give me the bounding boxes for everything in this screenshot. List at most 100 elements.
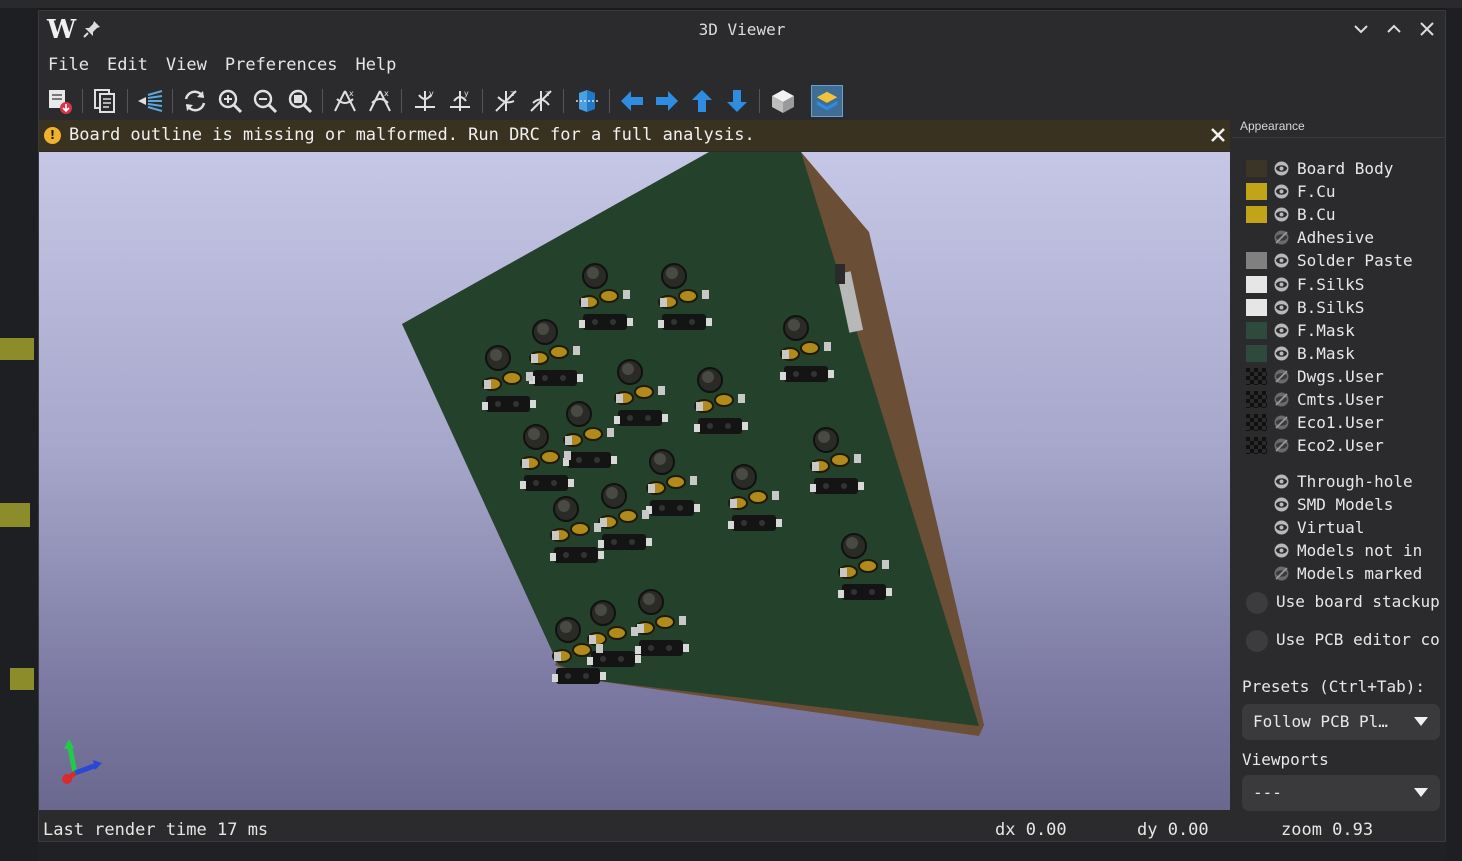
eye-icon[interactable] xyxy=(1273,184,1290,199)
layer-row[interactable]: Adhesive xyxy=(1246,227,1445,249)
eye-icon[interactable] xyxy=(1273,161,1290,176)
eye-icon[interactable] xyxy=(1273,323,1290,338)
layer-color-swatch[interactable] xyxy=(1246,437,1267,455)
menu-bar: File Edit View Preferences Help xyxy=(39,51,405,79)
layer-color-swatch[interactable] xyxy=(1246,367,1267,385)
eye-icon[interactable] xyxy=(1273,543,1290,558)
orthographic-icon xyxy=(772,90,794,113)
eye-icon[interactable] xyxy=(1273,207,1290,222)
model-row[interactable]: Models marked xyxy=(1246,563,1445,585)
pcb-3d-render xyxy=(402,152,984,736)
layer-color-swatch[interactable] xyxy=(1246,275,1267,293)
radio-toggle[interactable] xyxy=(1246,592,1268,614)
model-row[interactable]: Through-hole xyxy=(1246,471,1445,493)
layer-color-swatch[interactable] xyxy=(1246,183,1267,201)
layer-row[interactable]: Eco2.User xyxy=(1246,435,1445,457)
model-row[interactable]: Virtual xyxy=(1246,517,1445,539)
layer-row[interactable]: F.Mask xyxy=(1246,320,1445,342)
orthographic-button[interactable] xyxy=(767,85,799,117)
layer-row[interactable]: Solder Paste xyxy=(1246,250,1445,272)
layer-row[interactable]: B.Mask xyxy=(1246,343,1445,365)
eye-hidden-icon[interactable] xyxy=(1273,415,1290,430)
rotate-z-cw-icon: z xyxy=(495,89,517,112)
eye-hidden-icon[interactable] xyxy=(1273,438,1290,453)
zoom-fit-button[interactable] xyxy=(284,85,316,117)
layer-color-swatch[interactable] xyxy=(1246,206,1267,224)
pan-left-icon xyxy=(621,91,643,111)
layer-color-swatch[interactable] xyxy=(1246,298,1267,316)
layer-row[interactable]: F.SilkS xyxy=(1246,274,1445,296)
radio-toggle[interactable] xyxy=(1246,630,1268,652)
model-row[interactable]: Models not in xyxy=(1246,540,1445,562)
use-pcb-editor-colors-option[interactable]: Use PCB editor co xyxy=(1246,628,1445,654)
pan-up-button[interactable] xyxy=(686,85,718,117)
menu-edit[interactable]: Edit xyxy=(98,51,157,79)
svg-text:y: y xyxy=(429,89,434,98)
background-bottom xyxy=(38,842,1446,861)
layer-color-swatch[interactable] xyxy=(1246,414,1267,432)
eye-hidden-icon[interactable] xyxy=(1273,230,1290,245)
maximize-button[interactable] xyxy=(1381,17,1407,41)
rotate-x-ccw-button[interactable]: x xyxy=(364,85,396,117)
close-button[interactable] xyxy=(1414,17,1440,41)
menu-preferences[interactable]: Preferences xyxy=(216,51,347,79)
axis-gizmo-icon xyxy=(62,739,102,784)
eye-icon[interactable] xyxy=(1273,497,1290,512)
model-label: Models marked xyxy=(1297,564,1423,584)
rotate-y-ccw-icon: y xyxy=(450,89,470,111)
eye-hidden-icon[interactable] xyxy=(1273,566,1290,581)
flip-board-button[interactable] xyxy=(571,85,603,117)
zoom-out-button[interactable] xyxy=(249,85,281,117)
pan-right-button[interactable] xyxy=(651,85,683,117)
menu-view[interactable]: View xyxy=(157,51,216,79)
zoom-readout: zoom 0.93 xyxy=(1281,820,1374,840)
eye-hidden-icon[interactable] xyxy=(1273,392,1290,407)
layer-row[interactable]: F.Cu xyxy=(1246,181,1445,203)
layer-row[interactable]: B.Cu xyxy=(1246,204,1445,226)
rotate-y-ccw-button[interactable]: y xyxy=(444,85,476,117)
zoom-in-button[interactable] xyxy=(214,85,246,117)
viewports-dropdown[interactable]: --- xyxy=(1242,775,1440,811)
title-bar: W 3D Viewer xyxy=(39,11,1445,47)
toolbar: x x y y z z xyxy=(39,83,1229,119)
pan-down-button[interactable] xyxy=(721,85,753,117)
use-board-stackup-option[interactable]: Use board stackup xyxy=(1246,590,1445,616)
layer-color-swatch[interactable] xyxy=(1246,321,1267,339)
eye-icon[interactable] xyxy=(1273,277,1290,292)
model-row[interactable]: SMD Models xyxy=(1246,494,1445,516)
pan-left-button[interactable] xyxy=(616,85,648,117)
rotate-x-cw-button[interactable]: x xyxy=(329,85,361,117)
show-layers-manager-button[interactable] xyxy=(811,85,843,117)
menu-help[interactable]: Help xyxy=(346,51,405,79)
render-raytraced-button[interactable] xyxy=(44,85,76,117)
flip-board-icon xyxy=(576,90,598,112)
layer-color-swatch[interactable] xyxy=(1246,160,1267,177)
rotate-z-ccw-button[interactable]: z xyxy=(525,85,557,117)
infobar-close-button[interactable] xyxy=(1209,126,1227,144)
3d-canvas[interactable] xyxy=(39,152,1230,810)
copy-image-button[interactable] xyxy=(89,85,121,117)
layer-color-swatch[interactable] xyxy=(1246,391,1267,408)
layer-color-swatch[interactable] xyxy=(1246,252,1267,270)
reload-board-icon xyxy=(184,90,206,112)
render-options-button[interactable] xyxy=(134,85,166,117)
rotate-y-cw-button[interactable]: y xyxy=(409,85,441,117)
close-icon xyxy=(1211,128,1225,142)
menu-file[interactable]: File xyxy=(39,51,98,79)
layer-row[interactable]: Cmts.User xyxy=(1246,389,1445,411)
layer-row[interactable]: Dwgs.User xyxy=(1246,366,1445,388)
eye-icon[interactable] xyxy=(1273,520,1290,535)
presets-dropdown[interactable]: Follow PCB Pl… xyxy=(1242,704,1440,740)
layer-row[interactable]: Board Body xyxy=(1246,158,1445,180)
eye-hidden-icon[interactable] xyxy=(1273,369,1290,384)
layer-row[interactable]: B.SilkS xyxy=(1246,297,1445,319)
eye-icon[interactable] xyxy=(1273,300,1290,315)
eye-icon[interactable] xyxy=(1273,474,1290,489)
eye-icon[interactable] xyxy=(1273,346,1290,361)
rotate-z-cw-button[interactable]: z xyxy=(490,85,522,117)
layer-color-swatch[interactable] xyxy=(1246,344,1267,362)
minimize-button[interactable] xyxy=(1348,17,1374,41)
eye-icon[interactable] xyxy=(1273,253,1290,268)
reload-board-button[interactable] xyxy=(179,85,211,117)
layer-row[interactable]: Eco1.User xyxy=(1246,412,1445,434)
